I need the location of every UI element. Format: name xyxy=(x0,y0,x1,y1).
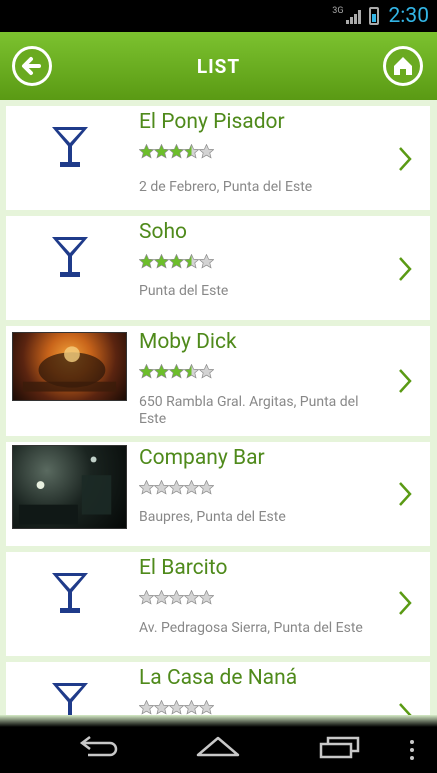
item-image xyxy=(12,668,127,715)
home-nav-icon[interactable] xyxy=(195,735,241,757)
item-address: 650 Rambla Gral. Argitas, Punta del Este xyxy=(139,394,359,427)
home-icon xyxy=(394,57,412,75)
photo-image xyxy=(18,456,112,525)
star-icon xyxy=(139,700,154,715)
star-icon xyxy=(169,364,184,379)
star-icon xyxy=(184,254,199,269)
cocktail-glass-icon xyxy=(51,236,88,277)
list-item[interactable]: Soho Punta del Este xyxy=(6,216,430,320)
menu-overflow-icon[interactable] xyxy=(408,739,416,761)
cocktail-glass-icon xyxy=(51,682,88,715)
rating-stars xyxy=(139,590,214,605)
rating-stars xyxy=(139,364,214,379)
bar-list[interactable]: El Pony Pisador 2 de Febrero, Punta del … xyxy=(0,100,437,715)
star-icon xyxy=(169,700,184,715)
star-icon xyxy=(154,144,169,159)
star-icon xyxy=(139,590,154,605)
status-time: 2:30 xyxy=(388,4,430,28)
rating-stars xyxy=(139,144,214,159)
star-icon xyxy=(169,254,184,269)
star-icon xyxy=(184,144,199,159)
star-icon xyxy=(154,480,169,495)
cocktail-glass-icon xyxy=(51,572,88,613)
star-icon xyxy=(139,364,154,379)
item-name: La Casa de Naná xyxy=(139,666,298,690)
list-item[interactable]: Moby Dick 650 Rambla Gral. Argitas, Punt… xyxy=(6,326,430,436)
battery-icon xyxy=(368,7,379,25)
item-address: Punta del Este xyxy=(139,283,229,299)
star-icon xyxy=(199,480,214,495)
item-photo xyxy=(12,332,127,401)
network-type: 3G xyxy=(332,6,344,16)
chevron-right-icon[interactable] xyxy=(398,368,412,394)
rating-stars xyxy=(139,480,214,495)
item-image xyxy=(12,112,127,181)
list-item[interactable]: La Casa de Naná xyxy=(6,662,430,715)
photo-image xyxy=(22,346,117,392)
back-button[interactable] xyxy=(12,46,52,86)
star-icon xyxy=(199,254,214,269)
chevron-right-icon[interactable] xyxy=(398,481,412,507)
chevron-right-icon[interactable] xyxy=(398,146,412,172)
star-icon xyxy=(169,590,184,605)
star-icon xyxy=(199,700,214,715)
star-icon xyxy=(199,364,214,379)
status-bar: 3G 2:30 xyxy=(0,0,437,32)
item-name: Moby Dick xyxy=(139,330,237,354)
back-arrow-icon xyxy=(22,57,41,75)
star-icon xyxy=(169,144,184,159)
star-icon xyxy=(184,364,199,379)
item-address: 2 de Febrero, Punta del Este xyxy=(139,179,313,195)
signal-icon xyxy=(345,8,361,24)
item-address: Baupres, Punta del Este xyxy=(139,509,286,525)
list-item[interactable]: Company Bar Baupres, Punta del Este xyxy=(6,442,430,546)
star-icon xyxy=(184,700,199,715)
chevron-right-icon[interactable] xyxy=(398,256,412,282)
list-item[interactable]: El Barcito Av. Pedragosa Sierra, Punta d… xyxy=(6,552,430,656)
item-image xyxy=(12,558,127,627)
item-image xyxy=(12,222,127,291)
star-icon xyxy=(154,700,169,715)
item-name: Soho xyxy=(139,220,187,244)
star-icon xyxy=(139,480,154,495)
star-icon xyxy=(199,144,214,159)
system-nav-bar xyxy=(0,715,437,773)
rating-stars xyxy=(139,254,214,269)
item-name: Company Bar xyxy=(139,446,265,470)
star-icon xyxy=(184,480,199,495)
star-icon xyxy=(139,254,154,269)
cocktail-glass-icon xyxy=(51,126,88,167)
star-icon xyxy=(169,480,184,495)
star-icon xyxy=(199,590,214,605)
list-item[interactable]: El Pony Pisador 2 de Febrero, Punta del … xyxy=(6,106,430,210)
rating-stars xyxy=(139,700,214,715)
item-name: El Barcito xyxy=(139,556,228,580)
page-title: LIST xyxy=(196,54,241,78)
home-button[interactable] xyxy=(383,46,423,86)
star-icon xyxy=(154,590,169,605)
recent-apps-icon[interactable] xyxy=(318,735,362,759)
chevron-right-icon[interactable] xyxy=(398,590,412,616)
item-name: El Pony Pisador xyxy=(139,110,285,134)
star-icon xyxy=(154,364,169,379)
star-icon xyxy=(139,144,154,159)
header-bar: LIST xyxy=(0,32,437,100)
chevron-right-icon[interactable] xyxy=(398,702,412,715)
star-icon xyxy=(154,254,169,269)
item-address: Av. Pedragosa Sierra, Punta del Este xyxy=(139,620,363,636)
star-icon xyxy=(184,590,199,605)
item-photo xyxy=(12,445,127,529)
back-nav-icon[interactable] xyxy=(76,735,120,757)
